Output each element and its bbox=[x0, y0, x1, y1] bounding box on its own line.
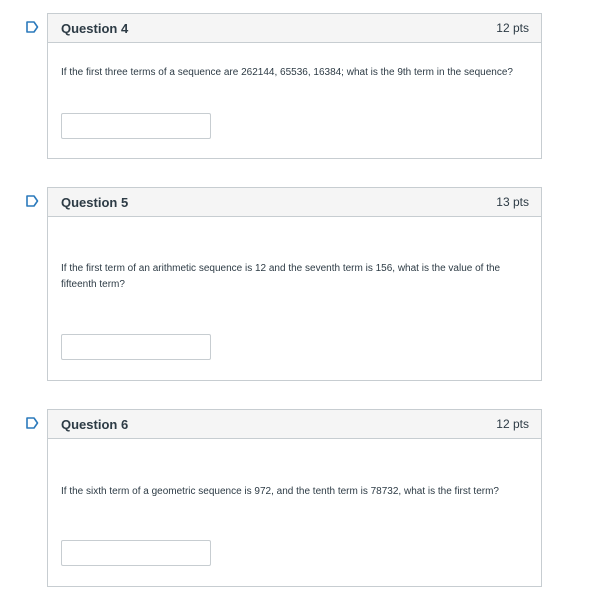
question-card: Question 4 12 pts If the first three ter… bbox=[47, 13, 542, 159]
question-points: 13 pts bbox=[496, 195, 529, 209]
question-title: Question 5 bbox=[61, 194, 129, 210]
question-card: Question 5 13 pts If the first term of a… bbox=[47, 187, 542, 381]
question-header: Question 4 12 pts bbox=[48, 14, 541, 43]
question-text: If the first term of an arithmetic seque… bbox=[61, 263, 501, 290]
flag-question-icon[interactable] bbox=[26, 21, 39, 33]
question-title: Question 4 bbox=[61, 20, 129, 36]
question-card: Question 6 12 pts If the sixth term of a… bbox=[47, 409, 542, 587]
answer-input[interactable] bbox=[61, 113, 211, 139]
flag-question-icon[interactable] bbox=[26, 417, 39, 429]
answer-input[interactable] bbox=[61, 540, 211, 566]
question-text: If the first three terms of a sequence a… bbox=[61, 67, 513, 78]
question-points: 12 pts bbox=[496, 21, 529, 35]
question-points: 12 pts bbox=[496, 417, 529, 431]
question-text: If the sixth term of a geometric sequenc… bbox=[61, 486, 499, 497]
question-header: Question 5 13 pts bbox=[48, 188, 541, 217]
answer-input[interactable] bbox=[61, 334, 211, 360]
question-header: Question 6 12 pts bbox=[48, 410, 541, 439]
question-title: Question 6 bbox=[61, 416, 129, 432]
flag-question-icon[interactable] bbox=[26, 195, 39, 207]
